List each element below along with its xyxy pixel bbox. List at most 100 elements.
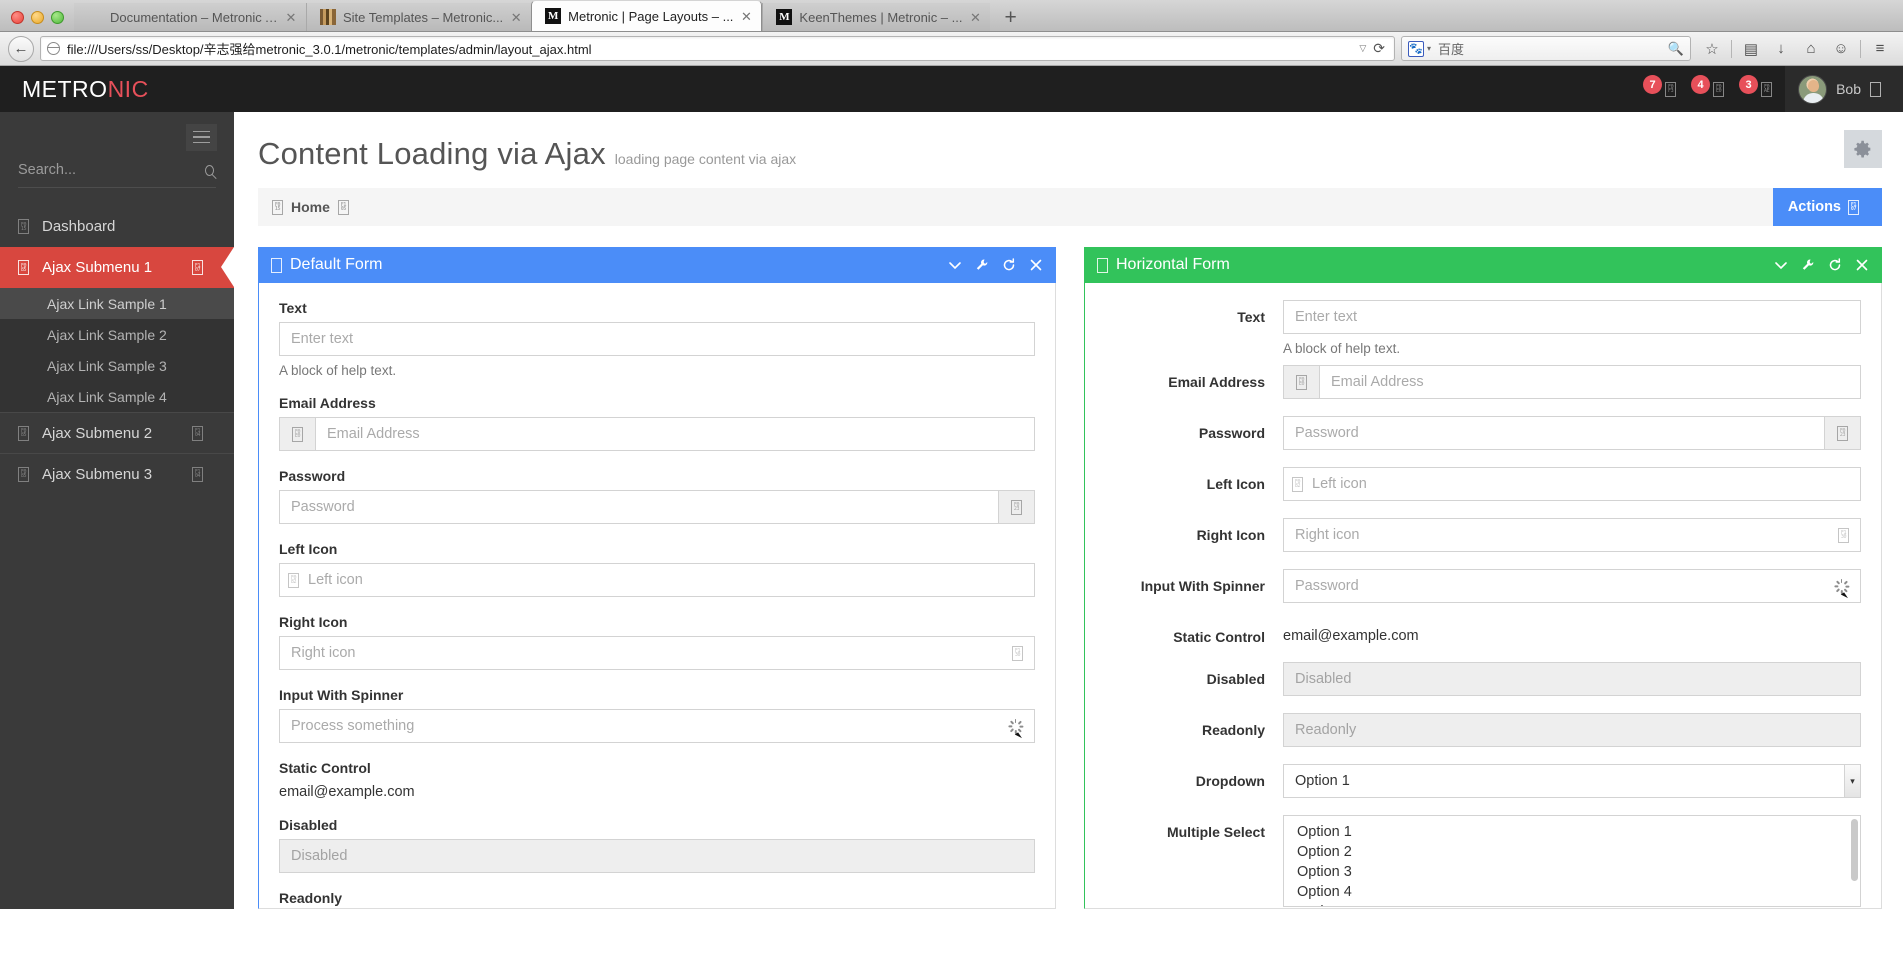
spinner-input[interactable]: Process something [279, 709, 1035, 743]
search-icon[interactable] [205, 165, 214, 176]
field-label-disabled: Disabled [279, 817, 1035, 833]
multiselect-option[interactable]: Option 3 [1297, 862, 1860, 882]
address-bar[interactable]: file:///Users/ss/Desktop/辛志强给metronic_3.… [40, 36, 1395, 61]
tab-favicon-blank [87, 9, 103, 25]
bookmark-star-icon[interactable]: ☆ [1697, 36, 1727, 62]
left-icon-input[interactable]: F082 Left icon [279, 563, 1035, 597]
notifications-badge: 7 [1643, 75, 1662, 94]
sidebar-search[interactable] [18, 162, 216, 188]
multiselect-option[interactable]: Option 2 [1297, 842, 1860, 862]
email-field[interactable]: Email Address [316, 418, 1034, 450]
brand-logo[interactable]: METRONIC [0, 76, 234, 103]
sidebar-item-dashboard[interactable]: F015 Dashboard [0, 206, 234, 247]
password-input-group[interactable]: Password F023 [279, 490, 1035, 524]
window-close-button[interactable] [11, 11, 24, 24]
back-button[interactable]: ← [8, 36, 34, 62]
sidebar-subitem-ajax-link-sample-2[interactable]: Ajax Link Sample 2 [0, 319, 234, 350]
spinner-input[interactable]: Password [1283, 569, 1861, 603]
tab-close-icon[interactable]: ✕ [284, 11, 298, 24]
search-engine-label: 百度 [1438, 39, 1668, 58]
search-icon[interactable]: 🔍 [1668, 41, 1684, 57]
form-icon [271, 258, 282, 273]
password-input-group[interactable]: Password F023 [1283, 416, 1861, 450]
collapse-icon[interactable] [948, 258, 962, 272]
password-field[interactable]: Password [1284, 417, 1824, 449]
remove-icon[interactable] [1855, 258, 1869, 272]
tab-close-icon[interactable]: ✕ [739, 10, 753, 23]
app-topbar: METRONIC 7 F0F3 4 F0E0 3 F0AE Bob [0, 66, 1903, 112]
mouse-cursor-icon [1841, 592, 1850, 603]
config-icon[interactable] [975, 258, 989, 272]
text-input[interactable]: Enter text [279, 322, 1035, 356]
tab-favicon-stripes-icon [320, 9, 336, 25]
check-icon: F130 [1012, 646, 1023, 661]
notifications-bell-button[interactable]: 7 F0F3 [1641, 66, 1689, 112]
browser-tab-2[interactable]: Site Templates – Metronic... ✕ [306, 3, 531, 31]
sidebar-toggle-button[interactable] [186, 124, 217, 151]
tab-close-icon[interactable]: ✕ [968, 11, 982, 24]
downloads-icon[interactable]: ↓ [1766, 36, 1796, 62]
chevron-down-icon[interactable]: ▽ [1352, 43, 1373, 54]
window-minimize-button[interactable] [31, 11, 44, 24]
multiselect-option[interactable]: Option 5 [1297, 902, 1860, 907]
new-tab-button[interactable]: + [990, 7, 1030, 31]
right-icon-input[interactable]: Right icon F130 [1283, 518, 1861, 552]
user-account-menu[interactable]: Bob [1785, 66, 1903, 112]
tasks-button[interactable]: 3 F0AE [1737, 66, 1785, 112]
tab-close-icon[interactable]: ✕ [509, 11, 523, 24]
browser-tab-1[interactable]: Documentation – Metronic Ad... ✕ [74, 3, 306, 31]
browser-tab-4[interactable]: M KeenThemes | Metronic – ... ✕ [762, 3, 990, 31]
password-field[interactable]: Password [280, 491, 998, 523]
multiple-select[interactable]: Option 1 Option 2 Option 3 Option 4 Opti… [1283, 815, 1861, 907]
reload-icon[interactable] [1828, 258, 1842, 272]
multiselect-option[interactable]: Option 1 [1297, 822, 1860, 842]
search-engine-paw-icon[interactable]: 🐾 [1408, 41, 1424, 57]
tab-favicon-metronic-icon: M [545, 8, 561, 24]
collapse-icon[interactable] [1774, 258, 1788, 272]
sync-smiley-icon[interactable]: ☺ [1826, 36, 1856, 62]
sidebar-item-ajax-submenu-2[interactable]: F085 Ajax Submenu 2 F104 [0, 412, 234, 453]
sidebar-item-ajax-submenu-3[interactable]: F085 Ajax Submenu 3 F104 [0, 453, 234, 494]
chevron-down-icon[interactable]: ▾ [1844, 765, 1860, 797]
breadcrumb-item-home[interactable]: Home [291, 199, 330, 215]
sidebar-subitem-ajax-link-sample-4[interactable]: Ajax Link Sample 4 [0, 381, 234, 412]
reload-icon[interactable] [1002, 258, 1016, 272]
text-input[interactable]: Enter text [1283, 300, 1861, 334]
sidebar-subitem-ajax-link-sample-1[interactable]: Ajax Link Sample 1 [0, 288, 234, 319]
browser-search-bar[interactable]: 🐾 ▾ 百度 🔍 [1401, 36, 1691, 61]
page-header: Content Loading via Ajax loading page co… [234, 112, 1903, 172]
search-input[interactable] [18, 162, 205, 178]
config-icon[interactable] [1801, 258, 1815, 272]
avatar [1798, 75, 1827, 104]
theme-settings-button[interactable] [1844, 130, 1882, 168]
sidebar-subitem-ajax-link-sample-3[interactable]: Ajax Link Sample 3 [0, 350, 234, 381]
right-icon-input-placeholder: Right icon [291, 645, 355, 661]
field-help-text: A block of help text. [279, 363, 1035, 378]
form-group-email: Email Address F0E0 Email Address [279, 395, 1035, 451]
dropdown-select[interactable]: Option 1 ▾ [1283, 764, 1861, 798]
browser-tab-3-active[interactable]: M Metronic | Page Layouts – ... ✕ [531, 0, 762, 31]
email-input-group[interactable]: F0E0 Email Address [1283, 365, 1861, 399]
folder-icon: F085 [18, 426, 29, 441]
reload-icon[interactable]: ⟳ [1373, 40, 1388, 57]
reading-list-icon[interactable]: ▤ [1736, 36, 1766, 62]
chevron-down-icon[interactable]: ▾ [1427, 44, 1431, 53]
right-icon-input[interactable]: Right icon F130 [279, 636, 1035, 670]
chevron-down-icon: F104 [192, 467, 203, 482]
sidebar-item-ajax-submenu-1[interactable]: F085 Ajax Submenu 1 F107 [0, 247, 234, 288]
menu-hamburger-icon[interactable]: ≡ [1865, 36, 1895, 62]
remove-icon[interactable] [1029, 258, 1043, 272]
multiselect-option[interactable]: Option 4 [1297, 882, 1860, 902]
static-control-value: email@example.com [279, 782, 1035, 800]
window-maximize-button[interactable] [51, 11, 64, 24]
multiselect-scrollbar[interactable] [1851, 819, 1858, 903]
email-field[interactable]: Email Address [1320, 366, 1860, 398]
home-icon[interactable]: ⌂ [1796, 36, 1826, 62]
inbox-messages-button[interactable]: 4 F0E0 [1689, 66, 1737, 112]
left-icon-input[interactable]: F082 Left icon [1283, 467, 1861, 501]
window-traffic-lights [0, 11, 74, 31]
actions-button[interactable]: Actions F107 [1773, 188, 1882, 226]
tab-title: KeenThemes | Metronic – ... [799, 10, 962, 25]
email-input-group[interactable]: F0E0 Email Address [279, 417, 1035, 451]
sidebar-item-label: Ajax Submenu 1 [42, 259, 152, 276]
